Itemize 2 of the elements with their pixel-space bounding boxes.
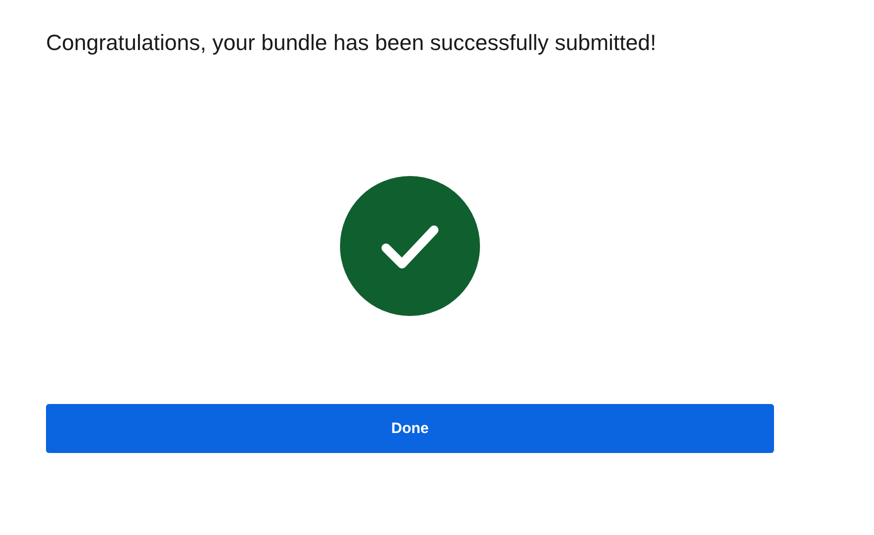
- success-message: Congratulations, your bundle has been successfully submitted!: [46, 29, 658, 57]
- done-button[interactable]: Done: [46, 404, 774, 453]
